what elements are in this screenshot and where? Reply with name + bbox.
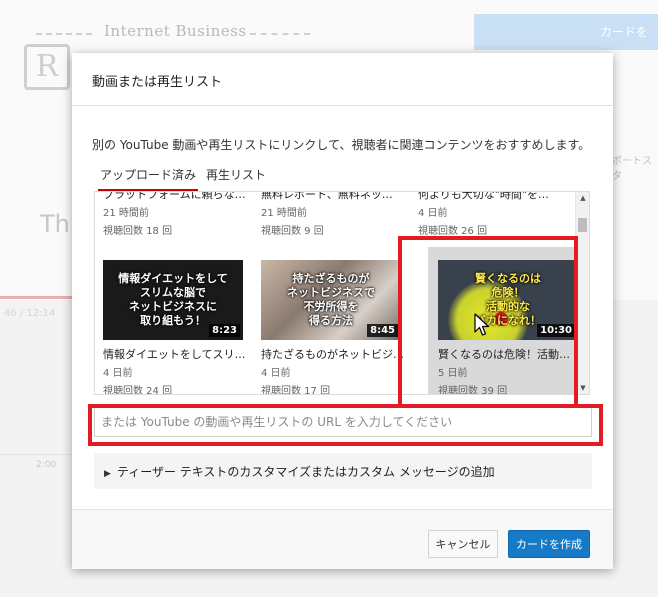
cancel-button[interactable]: キャンセル (428, 530, 498, 558)
create-card-button[interactable]: カードを作成 (508, 530, 590, 558)
background-progress-bar (0, 296, 72, 299)
thumbnail-caption: 情報ダイエットをして スリムな脳で ネットビジネスに 取り組もう！ (118, 272, 228, 327)
dialog-title: 動画または再生リスト (92, 75, 223, 90)
video-card[interactable]: 何よりも大切な"時間"を… 4 日前 視聴回数 26 回 (418, 191, 564, 237)
video-age: 4 日前 (261, 368, 291, 379)
thumbnail-caption: 賢くなるのは 危険！ 活動的な バカになれ！ (475, 272, 541, 327)
dialog-header: 動画または再生リスト (72, 53, 613, 106)
video-age: 5 日前 (438, 368, 468, 379)
video-url-input[interactable] (94, 407, 592, 437)
scroll-down-icon[interactable]: ▼ (576, 382, 589, 394)
video-views: 視聴回数 18 回 (103, 226, 173, 237)
mouse-cursor-icon (474, 313, 490, 336)
video-title: 持たざるものがネットビジ… (261, 348, 404, 361)
video-playlist-dialog: 動画または再生リスト 別の YouTube 動画や再生リストにリンクして、視聴者… (72, 53, 613, 569)
video-thumbnail[interactable]: 持たざるものが ネットビジネスで 不労所得を 得る方法 8:45 (261, 260, 401, 340)
video-card-selected[interactable]: 賢くなるのは 危険！ 活動的な バカになれ！ 10:30 賢くなるのは危険！活動… (438, 260, 584, 395)
background-logo: R (24, 44, 70, 90)
tab-playlists[interactable]: 再生リスト (204, 166, 268, 188)
background-timeline (0, 454, 72, 455)
video-views: 視聴回数 39 回 (438, 386, 508, 395)
video-duration: 8:23 (209, 324, 240, 337)
teaser-text-expander[interactable]: ▶ ティーザー テキストのカスタマイズまたはカスタム メッセージの追加 (94, 453, 592, 489)
background-heading: Th (40, 210, 70, 238)
expand-arrow-icon: ▶ (104, 469, 111, 479)
video-title: プラットフォームに頼らな… (103, 191, 246, 201)
thumbnail-caption: 持たざるものが ネットビジネスで 不労所得を 得る方法 (287, 272, 375, 327)
background-brand-text: Internet Business (104, 22, 247, 40)
video-age: 21 時間前 (261, 208, 307, 219)
video-card[interactable]: 情報ダイエットをして スリムな脳で ネットビジネスに 取り組もう！ 8:23 情… (103, 260, 249, 395)
source-tabs: アップロード済み 再生リスト (98, 166, 274, 191)
video-duration: 10:30 (537, 324, 575, 337)
video-thumbnail[interactable]: 情報ダイエットをして スリムな脳で ネットビジネスに 取り組もう！ 8:23 (103, 260, 243, 340)
video-age: 4 日前 (418, 208, 448, 219)
grid-scrollbar[interactable]: ▲ ▼ (575, 192, 589, 394)
video-grid: プラットフォームに頼らな… 21 時間前 視聴回数 18 回 無料レポート、無料… (94, 191, 590, 395)
video-title: 何よりも大切な"時間"を… (418, 191, 549, 201)
video-age: 21 時間前 (103, 208, 149, 219)
video-age: 4 日前 (103, 368, 133, 379)
scroll-up-icon[interactable]: ▲ (576, 192, 589, 204)
video-duration: 8:45 (367, 324, 398, 337)
tab-uploaded[interactable]: アップロード済み (98, 166, 199, 191)
video-card[interactable]: プラットフォームに頼らな… 21 時間前 視聴回数 18 回 (103, 191, 249, 237)
scrollbar-thumb[interactable] (578, 218, 587, 232)
background-create-card-button: カードを (474, 14, 658, 50)
video-card[interactable]: 無料レポート、無料ネッ… 21 時間前 視聴回数 9 回 (261, 191, 407, 237)
dialog-footer: キャンセル カードを作成 (72, 509, 613, 569)
decorative-dashes (250, 33, 310, 35)
background-time-mark: 2:00 (36, 460, 57, 470)
video-title: 無料レポート、無料ネッ… (261, 191, 393, 201)
dialog-description: 別の YouTube 動画や再生リストにリンクして、視聴者に関連コンテンツをおす… (92, 138, 591, 152)
video-title: 情報ダイエットをしてスリ… (103, 348, 246, 361)
video-views: 視聴回数 17 回 (261, 386, 331, 395)
video-views: 視聴回数 9 回 (261, 226, 324, 237)
background-time-readout: 46 / 12:14 (4, 308, 56, 319)
video-title: 賢くなるのは危険！活動… (438, 348, 570, 361)
video-views: 視聴回数 24 回 (103, 386, 173, 395)
video-card[interactable]: 持たざるものが ネットビジネスで 不労所得を 得る方法 8:45 持たざるものが… (261, 260, 407, 395)
expander-label: ティーザー テキストのカスタマイズまたはカスタム メッセージの追加 (116, 465, 495, 479)
video-views: 視聴回数 26 回 (418, 226, 488, 237)
decorative-dashes (36, 33, 92, 35)
video-thumbnail[interactable]: 賢くなるのは 危険！ 活動的な バカになれ！ 10:30 (438, 260, 578, 340)
background-side-text: ポートスタ (612, 156, 652, 182)
